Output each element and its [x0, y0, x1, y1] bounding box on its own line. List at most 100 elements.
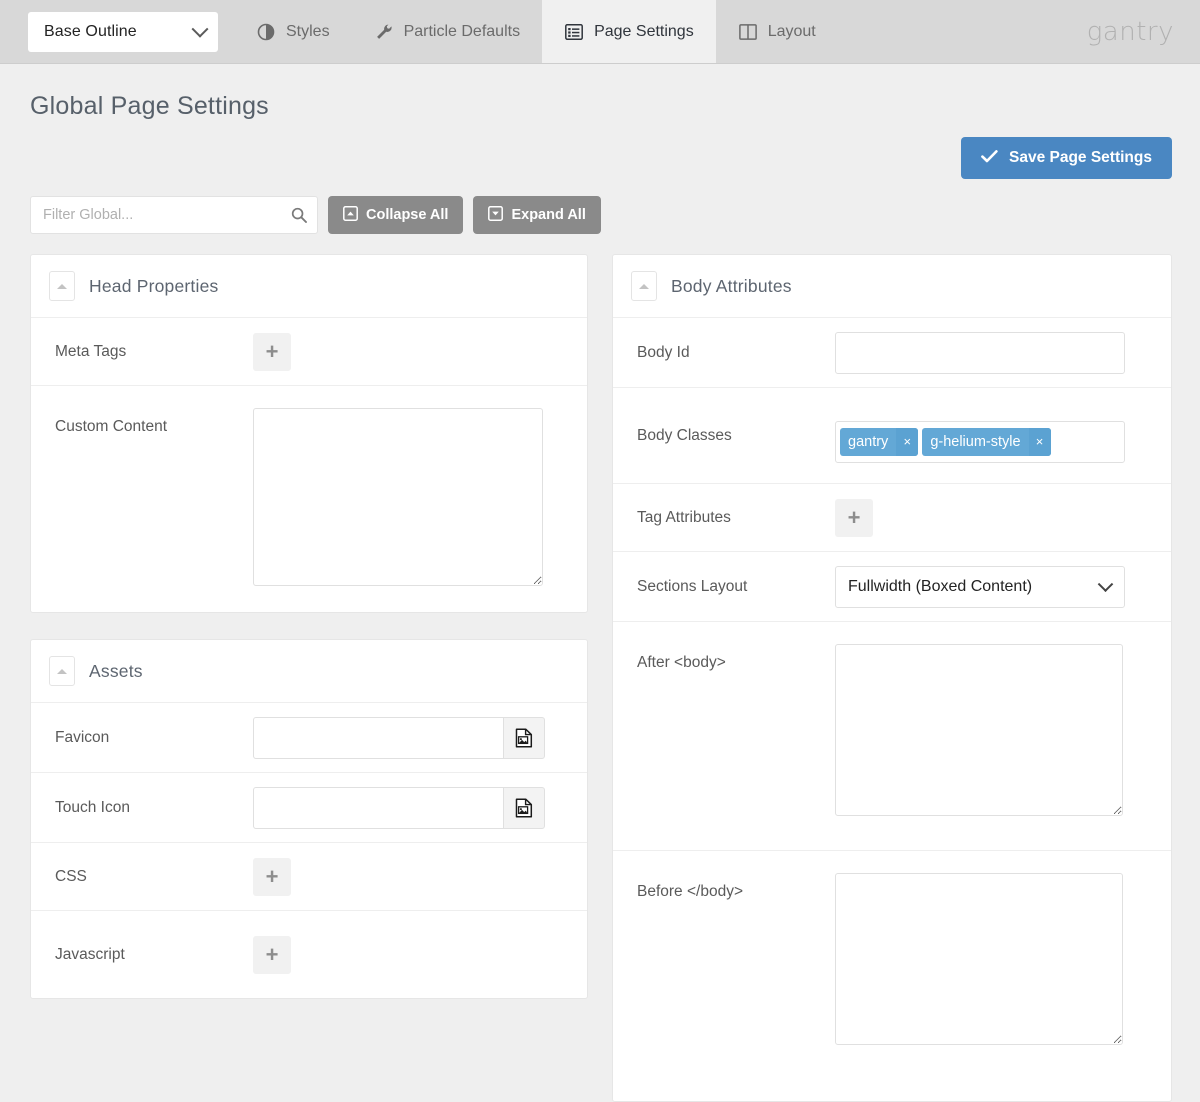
tab-particle-defaults-label: Particle Defaults: [404, 23, 521, 41]
touch-icon-picker-wrapper: [253, 787, 545, 829]
triangle-up-icon: [57, 669, 67, 674]
tab-particle-defaults[interactable]: Particle Defaults: [352, 0, 543, 63]
body-attributes-title: Body Attributes: [671, 276, 792, 297]
check-icon: [981, 150, 998, 166]
tab-styles[interactable]: Styles: [234, 0, 352, 63]
body-id-label: Body Id: [637, 344, 835, 362]
sections-layout-select-value: Fullwidth (Boxed Content): [835, 566, 1125, 608]
custom-content-textarea[interactable]: [253, 408, 543, 586]
tag-gantry-label: gantry: [840, 428, 896, 456]
css-label: CSS: [55, 868, 253, 886]
favicon-row: Favicon: [31, 702, 587, 772]
left-column: Head Properties Meta Tags + Custom Conte…: [30, 254, 588, 999]
custom-content-field: [253, 408, 565, 586]
tag-attributes-add-button[interactable]: +: [835, 499, 873, 537]
sections-layout-row: Sections Layout Fullwidth (Boxed Content…: [613, 551, 1171, 621]
tag-attributes-row: Tag Attributes +: [613, 483, 1171, 551]
tag-attributes-label: Tag Attributes: [637, 509, 835, 527]
page-settings-icon: [564, 22, 584, 42]
gantry-logo: gantry: [1087, 17, 1174, 47]
tag-gantry-remove-icon[interactable]: ×: [896, 428, 918, 456]
settings-columns: Head Properties Meta Tags + Custom Conte…: [0, 234, 1200, 1102]
filter-input-wrapper[interactable]: [30, 196, 318, 234]
tab-page-settings[interactable]: Page Settings: [542, 0, 716, 63]
favicon-picker-wrapper: [253, 717, 545, 759]
collapse-all-icon: [343, 206, 358, 225]
before-body-row: Before </body>: [613, 850, 1171, 1101]
javascript-add-button[interactable]: +: [253, 936, 291, 974]
head-properties-card: Head Properties Meta Tags + Custom Conte…: [30, 254, 588, 613]
body-attributes-header: Body Attributes: [613, 255, 1171, 317]
css-row: CSS +: [31, 842, 587, 910]
contrast-icon: [256, 22, 276, 42]
touch-icon-field: [253, 787, 565, 829]
touch-icon-row: Touch Icon: [31, 772, 587, 842]
touch-icon-picker-button[interactable]: [503, 787, 545, 829]
wrench-icon: [374, 22, 394, 42]
tag-gantry[interactable]: gantry ×: [840, 428, 918, 456]
head-properties-header: Head Properties: [31, 255, 587, 317]
head-properties-collapse-toggle[interactable]: [49, 271, 75, 301]
after-body-textarea[interactable]: [835, 644, 1123, 816]
tab-page-settings-label: Page Settings: [594, 23, 694, 41]
touch-icon-label: Touch Icon: [55, 799, 253, 817]
javascript-label: Javascript: [55, 946, 253, 964]
after-body-row: After <body>: [613, 621, 1171, 850]
main-tabs: Styles Particle Defaults: [234, 0, 838, 63]
custom-content-row: Custom Content: [31, 385, 587, 612]
favicon-label: Favicon: [55, 729, 253, 747]
sections-layout-field: Fullwidth (Boxed Content): [835, 566, 1149, 608]
before-body-textarea[interactable]: [835, 873, 1123, 1045]
filter-toolbar: Collapse All Expand All: [0, 196, 1200, 234]
triangle-up-icon: [639, 284, 649, 289]
custom-content-label: Custom Content: [55, 408, 253, 436]
body-id-row: Body Id: [613, 317, 1171, 387]
meta-tags-field: +: [253, 333, 565, 371]
meta-tags-label: Meta Tags: [55, 343, 253, 361]
tab-layout[interactable]: Layout: [716, 0, 838, 63]
save-page-settings-label: Save Page Settings: [1009, 149, 1152, 167]
after-body-field: [835, 644, 1149, 816]
outline-selector-value: Base Outline: [44, 23, 194, 41]
body-classes-label: Body Classes: [637, 427, 835, 445]
expand-all-button[interactable]: Expand All: [473, 196, 600, 234]
assets-title: Assets: [89, 661, 143, 682]
collapse-all-button[interactable]: Collapse All: [328, 196, 463, 234]
javascript-field: +: [253, 936, 565, 974]
filter-input[interactable]: [31, 197, 317, 233]
outline-selector[interactable]: Base Outline: [28, 12, 218, 52]
tag-g-helium-style-remove-icon[interactable]: ×: [1029, 428, 1051, 456]
css-field: +: [253, 858, 565, 896]
head-properties-title: Head Properties: [89, 276, 218, 297]
assets-collapse-toggle[interactable]: [49, 656, 75, 686]
after-body-label: After <body>: [637, 644, 835, 672]
body-classes-row: Body Classes gantry × g-helium-style ×: [613, 387, 1171, 483]
tag-g-helium-style[interactable]: g-helium-style ×: [922, 428, 1050, 456]
save-page-settings-button[interactable]: Save Page Settings: [961, 137, 1172, 179]
tag-attributes-field: +: [835, 499, 1149, 537]
meta-tags-row: Meta Tags +: [31, 317, 587, 385]
favicon-picker-button[interactable]: [503, 717, 545, 759]
right-column: Body Attributes Body Id Body Classes gan…: [612, 254, 1172, 1102]
layout-icon: [738, 22, 758, 42]
body-attributes-collapse-toggle[interactable]: [631, 271, 657, 301]
body-id-input[interactable]: [835, 332, 1125, 374]
top-navigation-bar: Base Outline Styles Particle Defaults: [0, 0, 1200, 64]
assets-card: Assets Favicon: [30, 639, 588, 999]
tag-g-helium-style-label: g-helium-style: [922, 428, 1028, 456]
body-attributes-card: Body Attributes Body Id Body Classes gan…: [612, 254, 1172, 1102]
meta-tags-add-button[interactable]: +: [253, 333, 291, 371]
image-file-icon: [515, 798, 533, 818]
favicon-input[interactable]: [253, 717, 503, 759]
before-body-field: [835, 873, 1149, 1045]
tab-layout-label: Layout: [768, 23, 816, 41]
expand-all-icon: [488, 206, 503, 225]
page-header: Global Page Settings Save Page Settings: [0, 64, 1200, 174]
body-classes-tag-input[interactable]: gantry × g-helium-style ×: [835, 421, 1125, 463]
before-body-label: Before </body>: [637, 873, 835, 901]
sections-layout-select[interactable]: Fullwidth (Boxed Content): [835, 566, 1125, 608]
css-add-button[interactable]: +: [253, 858, 291, 896]
touch-icon-input[interactable]: [253, 787, 503, 829]
sections-layout-label: Sections Layout: [637, 578, 835, 596]
chevron-down-icon: [192, 20, 209, 37]
